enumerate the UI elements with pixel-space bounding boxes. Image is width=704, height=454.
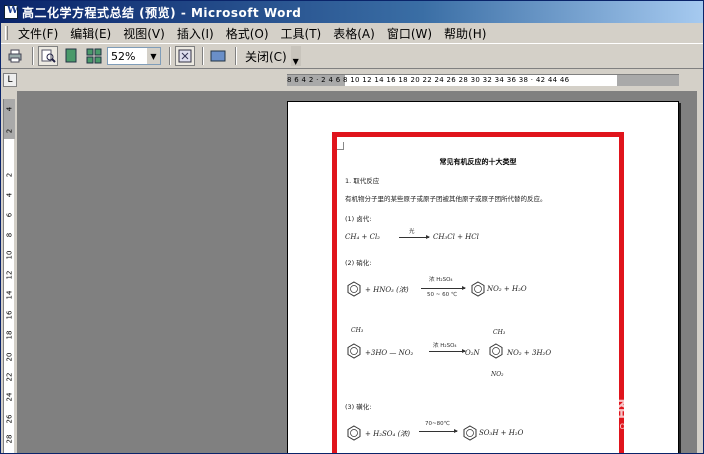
equation-right: CH₃Cl + HCl [433, 233, 479, 241]
reaction-arrow [429, 349, 466, 353]
shrink-to-fit-icon [178, 49, 192, 63]
vertical-ruler-strip: 4 2 2 4 6 8 10 12 14 16 18 20 22 24 26 2… [3, 99, 15, 453]
horizontal-ruler-bar: L 8 6 4 2 · 2 4 6 8 10 12 14 16 18 20 22… [1, 69, 703, 91]
benzene-ring-icon [463, 425, 477, 441]
title-bar[interactable]: 高二化学方程式总结 (预览) - Microsoft Word [1, 1, 703, 23]
full-screen-button[interactable] [208, 46, 228, 66]
equation-left: +3HO — NO₂ [365, 349, 414, 357]
equation-right: SO₃H + H₂O [479, 429, 524, 437]
equation-right: NO₂ + 3H₂O [507, 349, 552, 357]
print-preview-toolbar: 52% ▼ 关闭(C) ▼ [1, 43, 703, 69]
vruler-number: 20 [5, 352, 14, 362]
benzene-ring-icon [347, 281, 361, 297]
multiple-pages-icon [86, 48, 102, 64]
close-preview-button[interactable]: 关闭(C) [241, 48, 291, 65]
vruler-number: 2 [5, 128, 14, 134]
chevron-down-icon[interactable]: ▼ [147, 48, 160, 64]
word-window: 高二化学方程式总结 (预览) - Microsoft Word 文件(F) 编辑… [0, 0, 704, 454]
subsection-heading: (1) 卤代: [345, 215, 372, 223]
toolbar-options-icon[interactable]: ▼ [290, 46, 301, 66]
definition-text: 有机物分子里的某些原子或原子团被其他原子或原子团所代替的反应。 [345, 195, 547, 203]
equation-left: CH₄ + Cl₂ [345, 233, 380, 241]
shrink-to-fit-button[interactable] [175, 46, 195, 66]
vertical-scrollbar[interactable] [697, 91, 703, 453]
reaction-condition: 光 [409, 229, 415, 235]
vruler-number: 4 [5, 106, 14, 112]
subsection-heading: (3) 磺化: [345, 403, 372, 411]
methyl-group: CH₃ [493, 329, 506, 336]
menu-window[interactable]: 窗口(W) [381, 25, 438, 42]
reaction-condition: 浓 H₂SO₄ [429, 277, 453, 283]
section-heading: 1. 取代反应 [345, 177, 380, 185]
print-icon [8, 49, 22, 63]
benzene-ring-icon [471, 281, 485, 297]
equation-left: + HNO₃ (浓) [365, 286, 409, 294]
vruler-number: 14 [5, 290, 14, 300]
vertical-ruler[interactable]: 4 2 2 4 6 8 10 12 14 16 18 20 22 24 26 2… [1, 91, 17, 453]
toolbar-separator [235, 47, 237, 65]
equation-right: NO₂ + H₂O [487, 285, 527, 293]
nitro-group: NO₂ [491, 371, 504, 378]
tab-selector-icon[interactable]: L [3, 73, 17, 87]
menu-file[interactable]: 文件(F) [12, 25, 64, 42]
multiple-pages-button[interactable] [84, 46, 104, 66]
menu-insert[interactable]: 插入(I) [171, 25, 220, 42]
magnifier-button[interactable] [38, 46, 58, 66]
subsection-heading: (2) 硝化: [345, 259, 372, 267]
vruler-number: 24 [5, 392, 14, 402]
zoom-value: 52% [111, 49, 136, 63]
menu-help[interactable]: 帮助(H) [438, 25, 492, 42]
menu-edit[interactable]: 编辑(E) [64, 25, 117, 42]
full-screen-icon [210, 50, 226, 62]
vruler-number: 6 [5, 212, 14, 218]
toolbar-separator [32, 47, 34, 65]
vruler-number: 18 [5, 330, 14, 340]
print-button[interactable] [5, 46, 25, 66]
vruler-number: 16 [5, 310, 14, 320]
equation-right-prefix: O₂N [465, 349, 480, 357]
window-title: 高二化学方程式总结 (预览) - Microsoft Word [22, 5, 302, 20]
vruler-number: 8 [5, 232, 14, 238]
menu-bar: 文件(F) 编辑(E) 视图(V) 插入(I) 格式(O) 工具(T) 表格(A… [1, 23, 703, 43]
vruler-number: 4 [5, 192, 14, 198]
magnifier-icon [41, 49, 56, 63]
vruler-number: 2 [5, 172, 14, 178]
vruler-number: 26 [5, 414, 14, 424]
equation-left: + H₂SO₄ (浓) [365, 430, 411, 438]
vruler-number: 28 [5, 434, 14, 444]
vruler-number: 22 [5, 372, 14, 382]
menu-format[interactable]: 格式(O) [220, 25, 275, 42]
reaction-condition: 70~80℃ [425, 421, 450, 427]
methyl-group: CH₃ [351, 327, 364, 334]
reaction-condition: 浓 H₂SO₄ [433, 343, 457, 349]
document-title: 常见有机反应的十大类型 [439, 158, 517, 166]
vruler-number: 12 [5, 270, 14, 280]
menubar-grip[interactable] [5, 26, 8, 40]
menu-tools[interactable]: 工具(T) [275, 25, 328, 42]
watermark-text: Baidu 经验 [537, 397, 649, 421]
menu-view[interactable]: 视图(V) [117, 25, 171, 42]
toluene-ring-icon [347, 343, 361, 359]
tnt-ring-icon [489, 343, 503, 359]
toolbar-separator [169, 47, 171, 65]
ruler-ticks: 8 6 4 2 · 2 4 6 8 10 12 14 16 18 20 22 2… [287, 76, 570, 84]
horizontal-ruler[interactable]: 8 6 4 2 · 2 4 6 8 10 12 14 16 18 20 22 2… [287, 74, 679, 86]
reaction-arrow [419, 429, 458, 433]
one-page-button[interactable] [61, 46, 81, 66]
menu-table[interactable]: 表格(A) [327, 25, 381, 42]
one-page-icon [65, 48, 77, 63]
toolbar-separator [202, 47, 204, 65]
watermark-url: jingyan.baidu.com [543, 421, 636, 432]
benzene-ring-icon [347, 425, 361, 441]
reaction-arrow [399, 235, 430, 239]
baidu-watermark: Baidu 经验 jingyan.baidu.com [537, 379, 697, 439]
reaction-condition: 50 ~ 60 ℃ [427, 292, 458, 298]
word-app-icon[interactable] [4, 5, 18, 19]
vruler-number: 10 [5, 250, 14, 260]
zoom-select[interactable]: 52% ▼ [107, 47, 161, 65]
reaction-arrow [421, 286, 466, 290]
